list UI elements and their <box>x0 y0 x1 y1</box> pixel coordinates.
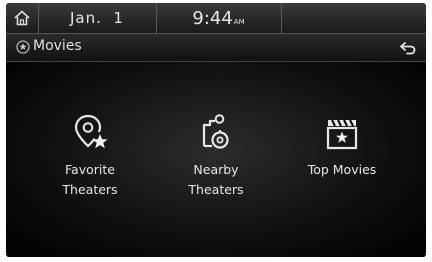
favorite-theaters-icon <box>74 114 108 149</box>
top-movies-label: Top Movies <box>307 162 377 177</box>
nearby-theaters-icon <box>202 114 229 149</box>
date-text: Jan. 1 <box>70 9 124 27</box>
clock-display: 9:44 AM <box>156 3 282 33</box>
top-movies-icon <box>326 119 358 150</box>
date-display: Jan. 1 <box>38 3 157 33</box>
favorite-theaters-label-line2: Theaters <box>62 182 118 197</box>
home-icon <box>14 10 30 26</box>
screen: Jan. 1 9:44 AM Movies Favorite Theaters … <box>6 3 426 257</box>
top-movies-button[interactable]: Top Movies <box>282 112 402 180</box>
time-text: 9:44 <box>192 7 233 29</box>
movies-icon <box>16 40 30 54</box>
status-bar: Jan. 1 9:44 AM <box>6 3 426 34</box>
nearby-theaters-label-line2: Theaters <box>188 182 244 197</box>
back-arrow-icon <box>400 41 416 54</box>
home-button[interactable] <box>6 3 39 33</box>
nearby-theaters-label-line1: Nearby <box>193 162 239 177</box>
favorite-theaters-button[interactable]: Favorite Theaters <box>30 112 150 200</box>
menu-area: Favorite Theaters Nearby Theaters Top Mo… <box>6 62 426 257</box>
nearby-theaters-button[interactable]: Nearby Theaters <box>156 112 276 200</box>
title-bar: Movies <box>6 34 426 62</box>
favorite-theaters-label-line1: Favorite <box>65 162 115 177</box>
time-suffix: AM <box>233 17 245 26</box>
page-title: Movies <box>33 38 82 54</box>
back-button[interactable] <box>390 34 426 61</box>
